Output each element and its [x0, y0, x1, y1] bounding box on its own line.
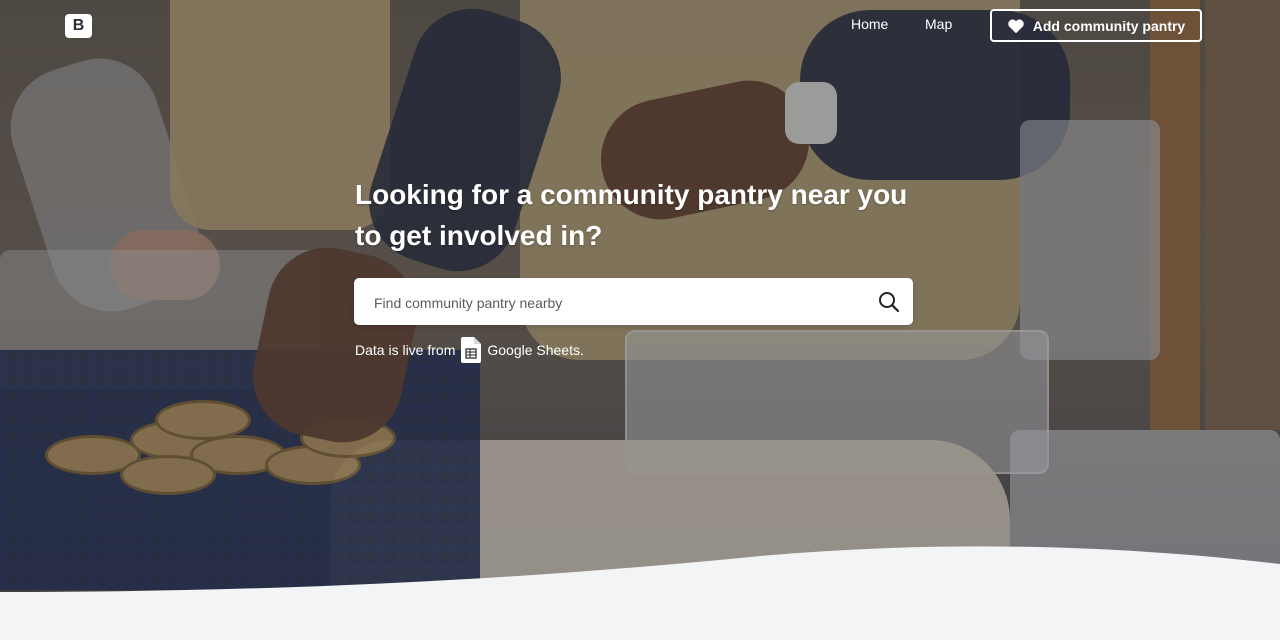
- heart-icon: [1008, 19, 1024, 33]
- search-input[interactable]: [372, 278, 856, 327]
- bottom-wave: [0, 546, 1280, 640]
- nav-home-link[interactable]: Home: [851, 16, 888, 32]
- search-icon[interactable]: [877, 290, 901, 314]
- search-bar: [354, 278, 913, 327]
- data-source-prefix: Data is live from: [355, 342, 456, 358]
- brand-logo-letter: B: [72, 17, 85, 34]
- add-community-pantry-label: Add community pantry: [1032, 17, 1186, 34]
- brand-logo[interactable]: B: [65, 14, 92, 38]
- nav-map-link[interactable]: Map: [925, 16, 952, 32]
- google-sheets-icon: [461, 337, 482, 363]
- hero-headline: Looking for a community pantry near you …: [355, 179, 908, 251]
- add-community-pantry-button[interactable]: Add community pantry: [990, 9, 1202, 42]
- data-source-link[interactable]: Google Sheets.: [487, 342, 584, 358]
- data-source-line: Data is live from Google Sheets.: [355, 336, 584, 364]
